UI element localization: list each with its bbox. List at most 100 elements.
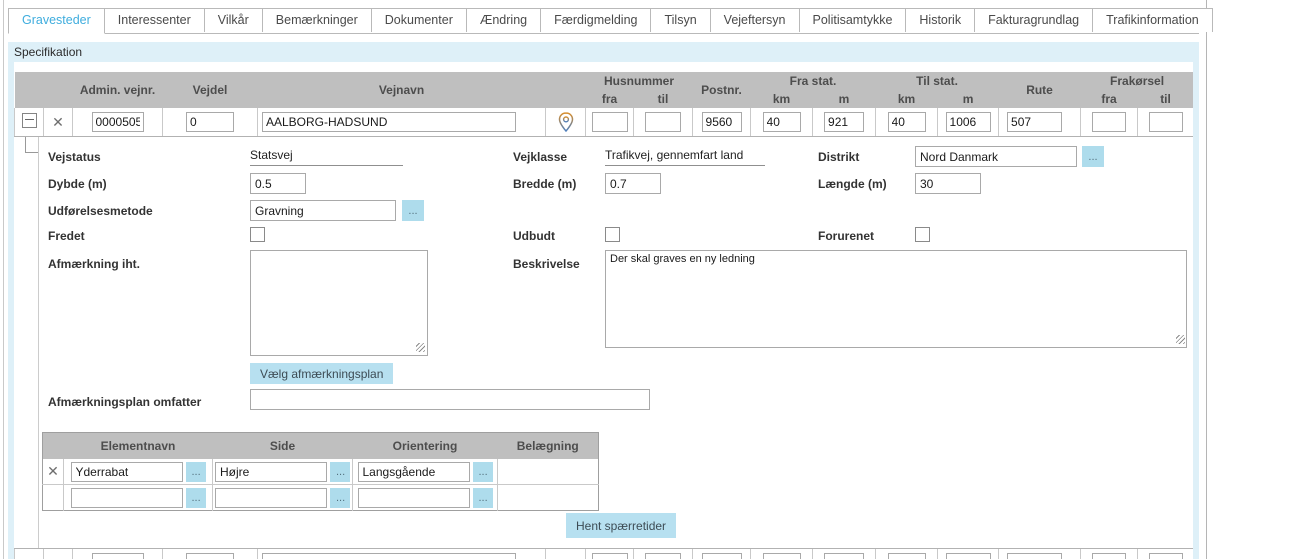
laengde-label: Længde (m) [818,177,887,191]
postnr-input[interactable] [702,553,742,559]
beskrivelse-textarea[interactable]: Der skal graves en ny ledning [605,250,1187,348]
side-lookup-button[interactable]: ... [330,488,350,508]
frakorsel-fra-input[interactable] [1092,553,1126,559]
elementnavn-input[interactable] [71,488,183,508]
husnummer-til-input[interactable] [645,112,681,132]
vejnavn-input[interactable] [262,553,516,559]
col-fra-stat-m: m [813,90,876,108]
specifikation-section: Specifikation Admin. vejnr. Vejdel Vejna… [8,42,1199,559]
bredde-input[interactable] [605,173,661,194]
tab-faerdigmelding[interactable]: Færdigmelding [541,8,651,32]
pane-border-right [1206,0,1207,559]
udforelsesmetode-lookup-button[interactable]: ... [402,200,424,221]
side-input[interactable] [215,462,327,482]
husnummer-til-input[interactable] [645,553,681,559]
delete-element-icon[interactable]: ✕ [47,464,59,478]
rute-input[interactable] [1007,553,1062,559]
collapse-row-button[interactable] [22,113,37,128]
vejnavn-input[interactable] [262,112,516,132]
road-detail-panel: Vejstatus Statsvej Vejklasse Trafikvej, … [14,137,1193,548]
col-elementnavn: Elementnavn [64,433,213,460]
elementnavn-lookup-button[interactable]: ... [186,462,206,482]
road-grid-new-row [14,548,1193,559]
tab-trafikinformation[interactable]: Trafikinformation [1093,8,1213,32]
frakorsel-fra-input[interactable] [1092,112,1126,132]
beskrivelse-label: Beskrivelse [513,257,580,271]
col-admin-vejnr: Admin. vejnr. [73,72,163,108]
vejklasse-value: Trafikvej, gennemfart land [605,148,765,166]
fra-stat-km-input[interactable] [763,112,801,132]
resize-grip-icon[interactable] [1176,335,1185,344]
dybde-label: Dybde (m) [48,177,107,191]
udbudt-checkbox[interactable] [605,227,620,242]
tab-dokumenter[interactable]: Dokumenter [372,8,467,32]
orientering-lookup-button[interactable]: ... [473,462,493,482]
fra-stat-m-input[interactable] [824,553,864,559]
tab-bemaerkninger[interactable]: Bemærkninger [263,8,372,32]
forurenet-checkbox[interactable] [915,227,930,242]
til-stat-m-input[interactable] [946,553,991,559]
til-stat-m-input[interactable] [946,112,991,132]
distrikt-input[interactable] [915,146,1077,167]
distrikt-lookup-button[interactable]: ... [1082,146,1104,167]
afmaerkning-iht-label: Afmærkning iht. [48,257,140,271]
tab-fakturagrundlag[interactable]: Fakturagrundlag [975,8,1093,32]
frakorsel-til-input[interactable] [1149,112,1183,132]
tab-tilsyn[interactable]: Tilsyn [651,8,710,32]
hent-spaerretider-button[interactable]: Hent spærretider [566,513,676,538]
rute-input[interactable] [1007,112,1062,132]
vejstatus-value: Statsvej [250,148,403,166]
vaelg-afmaerkningsplan-button[interactable]: Vælg afmærkningsplan [250,363,393,384]
resize-grip-icon[interactable] [416,343,425,352]
col-vejdel: Vejdel [163,72,258,108]
vejdel-input[interactable] [186,553,234,559]
tab-vejeftersyn[interactable]: Vejeftersyn [711,8,800,32]
orientering-input[interactable] [358,462,470,482]
fredet-checkbox[interactable] [250,227,265,242]
dybde-input[interactable] [250,173,306,194]
afmaerkning-iht-textarea[interactable] [250,250,428,356]
col-til-stat: Til stat. [876,72,999,90]
fra-stat-km-input[interactable] [763,553,801,559]
til-stat-km-input[interactable] [888,553,926,559]
laengde-input[interactable] [915,173,981,194]
distrikt-label: Distrikt [818,150,859,164]
element-row: ✕ ... ... ... [43,459,599,485]
tab-bar: Gravesteder Interessenter Vilkår Bemærkn… [8,8,1199,34]
element-row-empty: ... ... ... [43,485,599,511]
elementnavn-lookup-button[interactable]: ... [186,488,206,508]
belaegning-cell [498,485,599,511]
vejdel-input[interactable] [186,112,234,132]
side-lookup-button[interactable]: ... [330,462,350,482]
tab-interessenter[interactable]: Interessenter [105,8,205,32]
tab-gravesteder[interactable]: Gravesteder [8,8,105,34]
til-stat-km-input[interactable] [888,112,926,132]
elementnavn-input[interactable] [71,462,183,482]
tab-aendring[interactable]: Ændring [467,8,541,32]
afmaerkningsplan-omfatter-input[interactable] [250,389,650,410]
tab-vilkaar[interactable]: Vilkår [205,8,263,32]
orientering-lookup-button[interactable]: ... [473,488,493,508]
udforelsesmetode-input[interactable] [250,200,396,221]
admin-vejnr-input[interactable] [92,112,144,132]
col-husnummer-til: til [634,90,693,108]
frakorsel-til-input[interactable] [1149,553,1183,559]
bredde-label: Bredde (m) [513,177,576,191]
detail-left-border [38,137,39,548]
col-til-stat-km: km [876,90,938,108]
husnummer-fra-input[interactable] [592,112,628,132]
tab-politisamtykke[interactable]: Politisamtykke [800,8,907,32]
belaegning-cell [498,459,599,485]
tree-connector [25,152,39,153]
delete-row-icon[interactable]: ✕ [52,115,64,129]
fra-stat-m-input[interactable] [824,112,864,132]
postnr-input[interactable] [702,112,742,132]
husnummer-fra-input[interactable] [592,553,628,559]
orientering-input[interactable] [358,488,470,508]
side-input[interactable] [215,488,327,508]
col-belaegning: Belægning [498,433,599,460]
map-pin-icon[interactable] [558,112,574,132]
forurenet-label: Forurenet [818,229,874,243]
tab-historik[interactable]: Historik [906,8,975,32]
admin-vejnr-input[interactable] [92,553,144,559]
